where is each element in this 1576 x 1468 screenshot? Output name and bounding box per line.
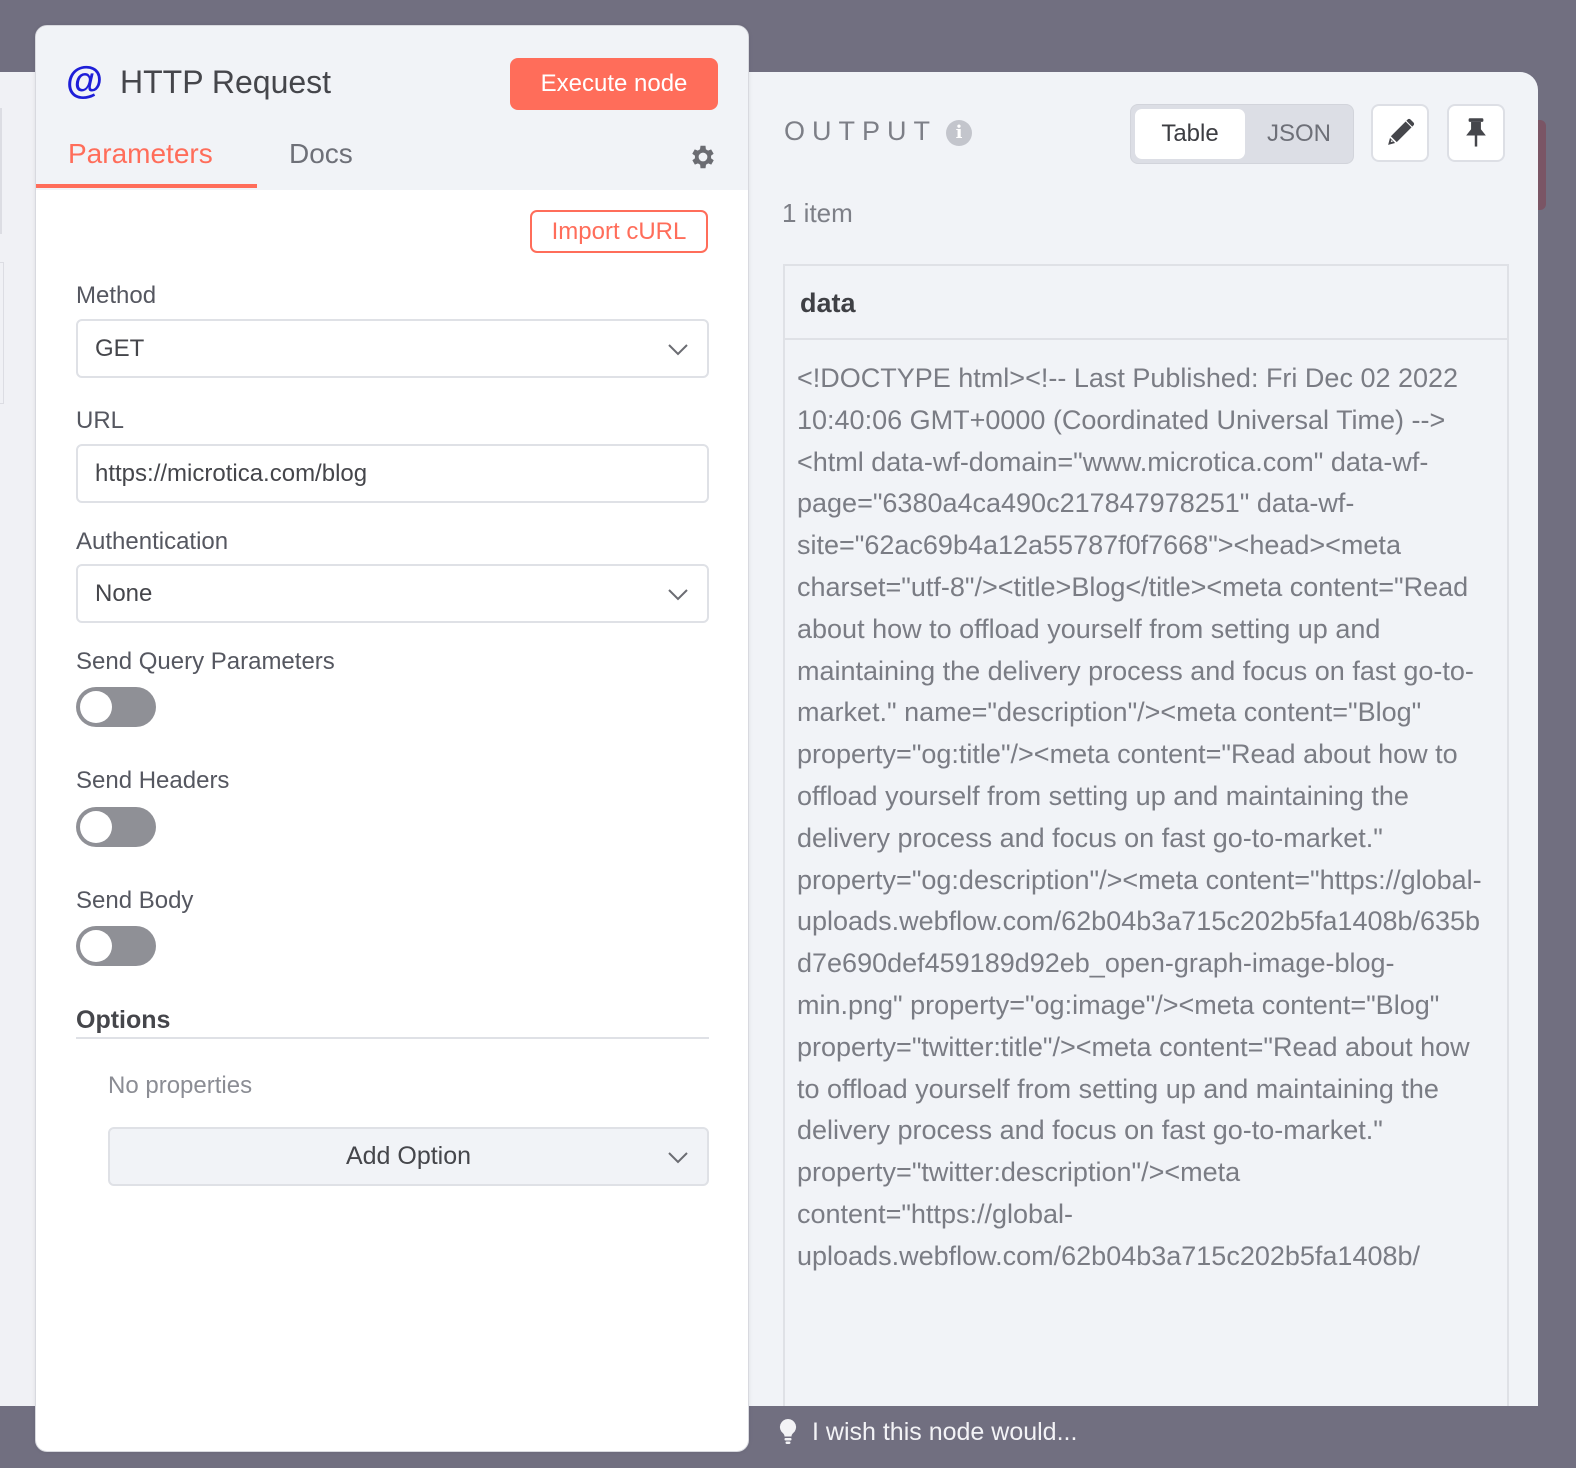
url-input[interactable]: https://microtica.com/blog xyxy=(76,444,709,503)
send-query-label: Send Query Parameters xyxy=(76,648,335,675)
add-option-dropdown[interactable]: Add Option xyxy=(108,1127,709,1186)
table-cell: <!DOCTYPE html><!-- Last Published: Fri … xyxy=(797,363,1482,1271)
table-header-data: data xyxy=(785,266,1507,340)
canvas-edge-fragment xyxy=(0,262,4,404)
no-properties-text: No properties xyxy=(108,1072,253,1099)
send-body-label: Send Body xyxy=(76,887,194,914)
settings-button[interactable] xyxy=(688,142,718,177)
options-divider xyxy=(76,1037,709,1039)
node-parameters-panel: @ HTTP Request Execute node Parameters D… xyxy=(35,25,749,1452)
output-panel: OUTPUT i Table JSON 1 item data <!DOCTYP… xyxy=(740,72,1538,1424)
chevron-down-icon xyxy=(668,344,688,356)
http-request-icon: @ xyxy=(66,60,104,102)
view-mode-json[interactable]: JSON xyxy=(1249,109,1349,159)
add-option-label: Add Option xyxy=(345,1142,472,1170)
tab-docs[interactable]: Docs xyxy=(289,138,353,170)
import-curl-button[interactable]: Import cURL xyxy=(530,210,708,253)
chevron-down-icon xyxy=(668,1152,688,1164)
feedback-link[interactable]: I wish this node would... xyxy=(778,1406,1077,1458)
panel-side-tab[interactable] xyxy=(1538,120,1546,210)
feedback-text: I wish this node would... xyxy=(812,1417,1078,1446)
toggle-knob xyxy=(80,811,112,843)
send-headers-label: Send Headers xyxy=(76,767,230,794)
active-tab-indicator xyxy=(36,184,257,188)
method-select[interactable]: GET xyxy=(76,319,709,378)
toggle-knob xyxy=(80,691,112,723)
send-body-toggle[interactable] xyxy=(76,926,156,966)
output-title: OUTPUT xyxy=(784,116,937,146)
view-mode-toggle: Table JSON xyxy=(1130,104,1354,164)
canvas-background-edge xyxy=(0,72,37,1406)
output-data-table: data <!DOCTYPE html><!-- Last Published:… xyxy=(783,264,1509,1424)
canvas-edge-fragment xyxy=(0,108,2,234)
authentication-value: None xyxy=(95,580,153,607)
options-heading: Options xyxy=(76,1006,171,1034)
pencil-icon xyxy=(1388,118,1415,145)
view-mode-table[interactable]: Table xyxy=(1135,109,1245,159)
url-label: URL xyxy=(76,407,125,434)
edit-output-button[interactable] xyxy=(1371,104,1429,162)
gear-icon xyxy=(692,145,714,169)
tab-parameters[interactable]: Parameters xyxy=(68,138,213,170)
authentication-select[interactable]: None xyxy=(76,564,709,623)
pin-icon xyxy=(1466,118,1486,147)
execute-node-button[interactable]: Execute node xyxy=(510,58,718,110)
method-label: Method xyxy=(76,282,157,309)
items-count: 1 item xyxy=(782,198,853,228)
node-title[interactable]: HTTP Request xyxy=(120,64,331,101)
info-icon[interactable]: i xyxy=(946,120,972,146)
lightbulb-icon xyxy=(779,1418,797,1444)
toggle-knob xyxy=(80,930,112,962)
pin-output-button[interactable] xyxy=(1447,104,1505,162)
method-value: GET xyxy=(95,335,145,362)
chevron-down-icon xyxy=(668,589,688,601)
send-query-toggle[interactable] xyxy=(76,687,156,727)
send-headers-toggle[interactable] xyxy=(76,807,156,847)
authentication-label: Authentication xyxy=(76,528,229,555)
url-value: https://microtica.com/blog xyxy=(95,460,368,487)
